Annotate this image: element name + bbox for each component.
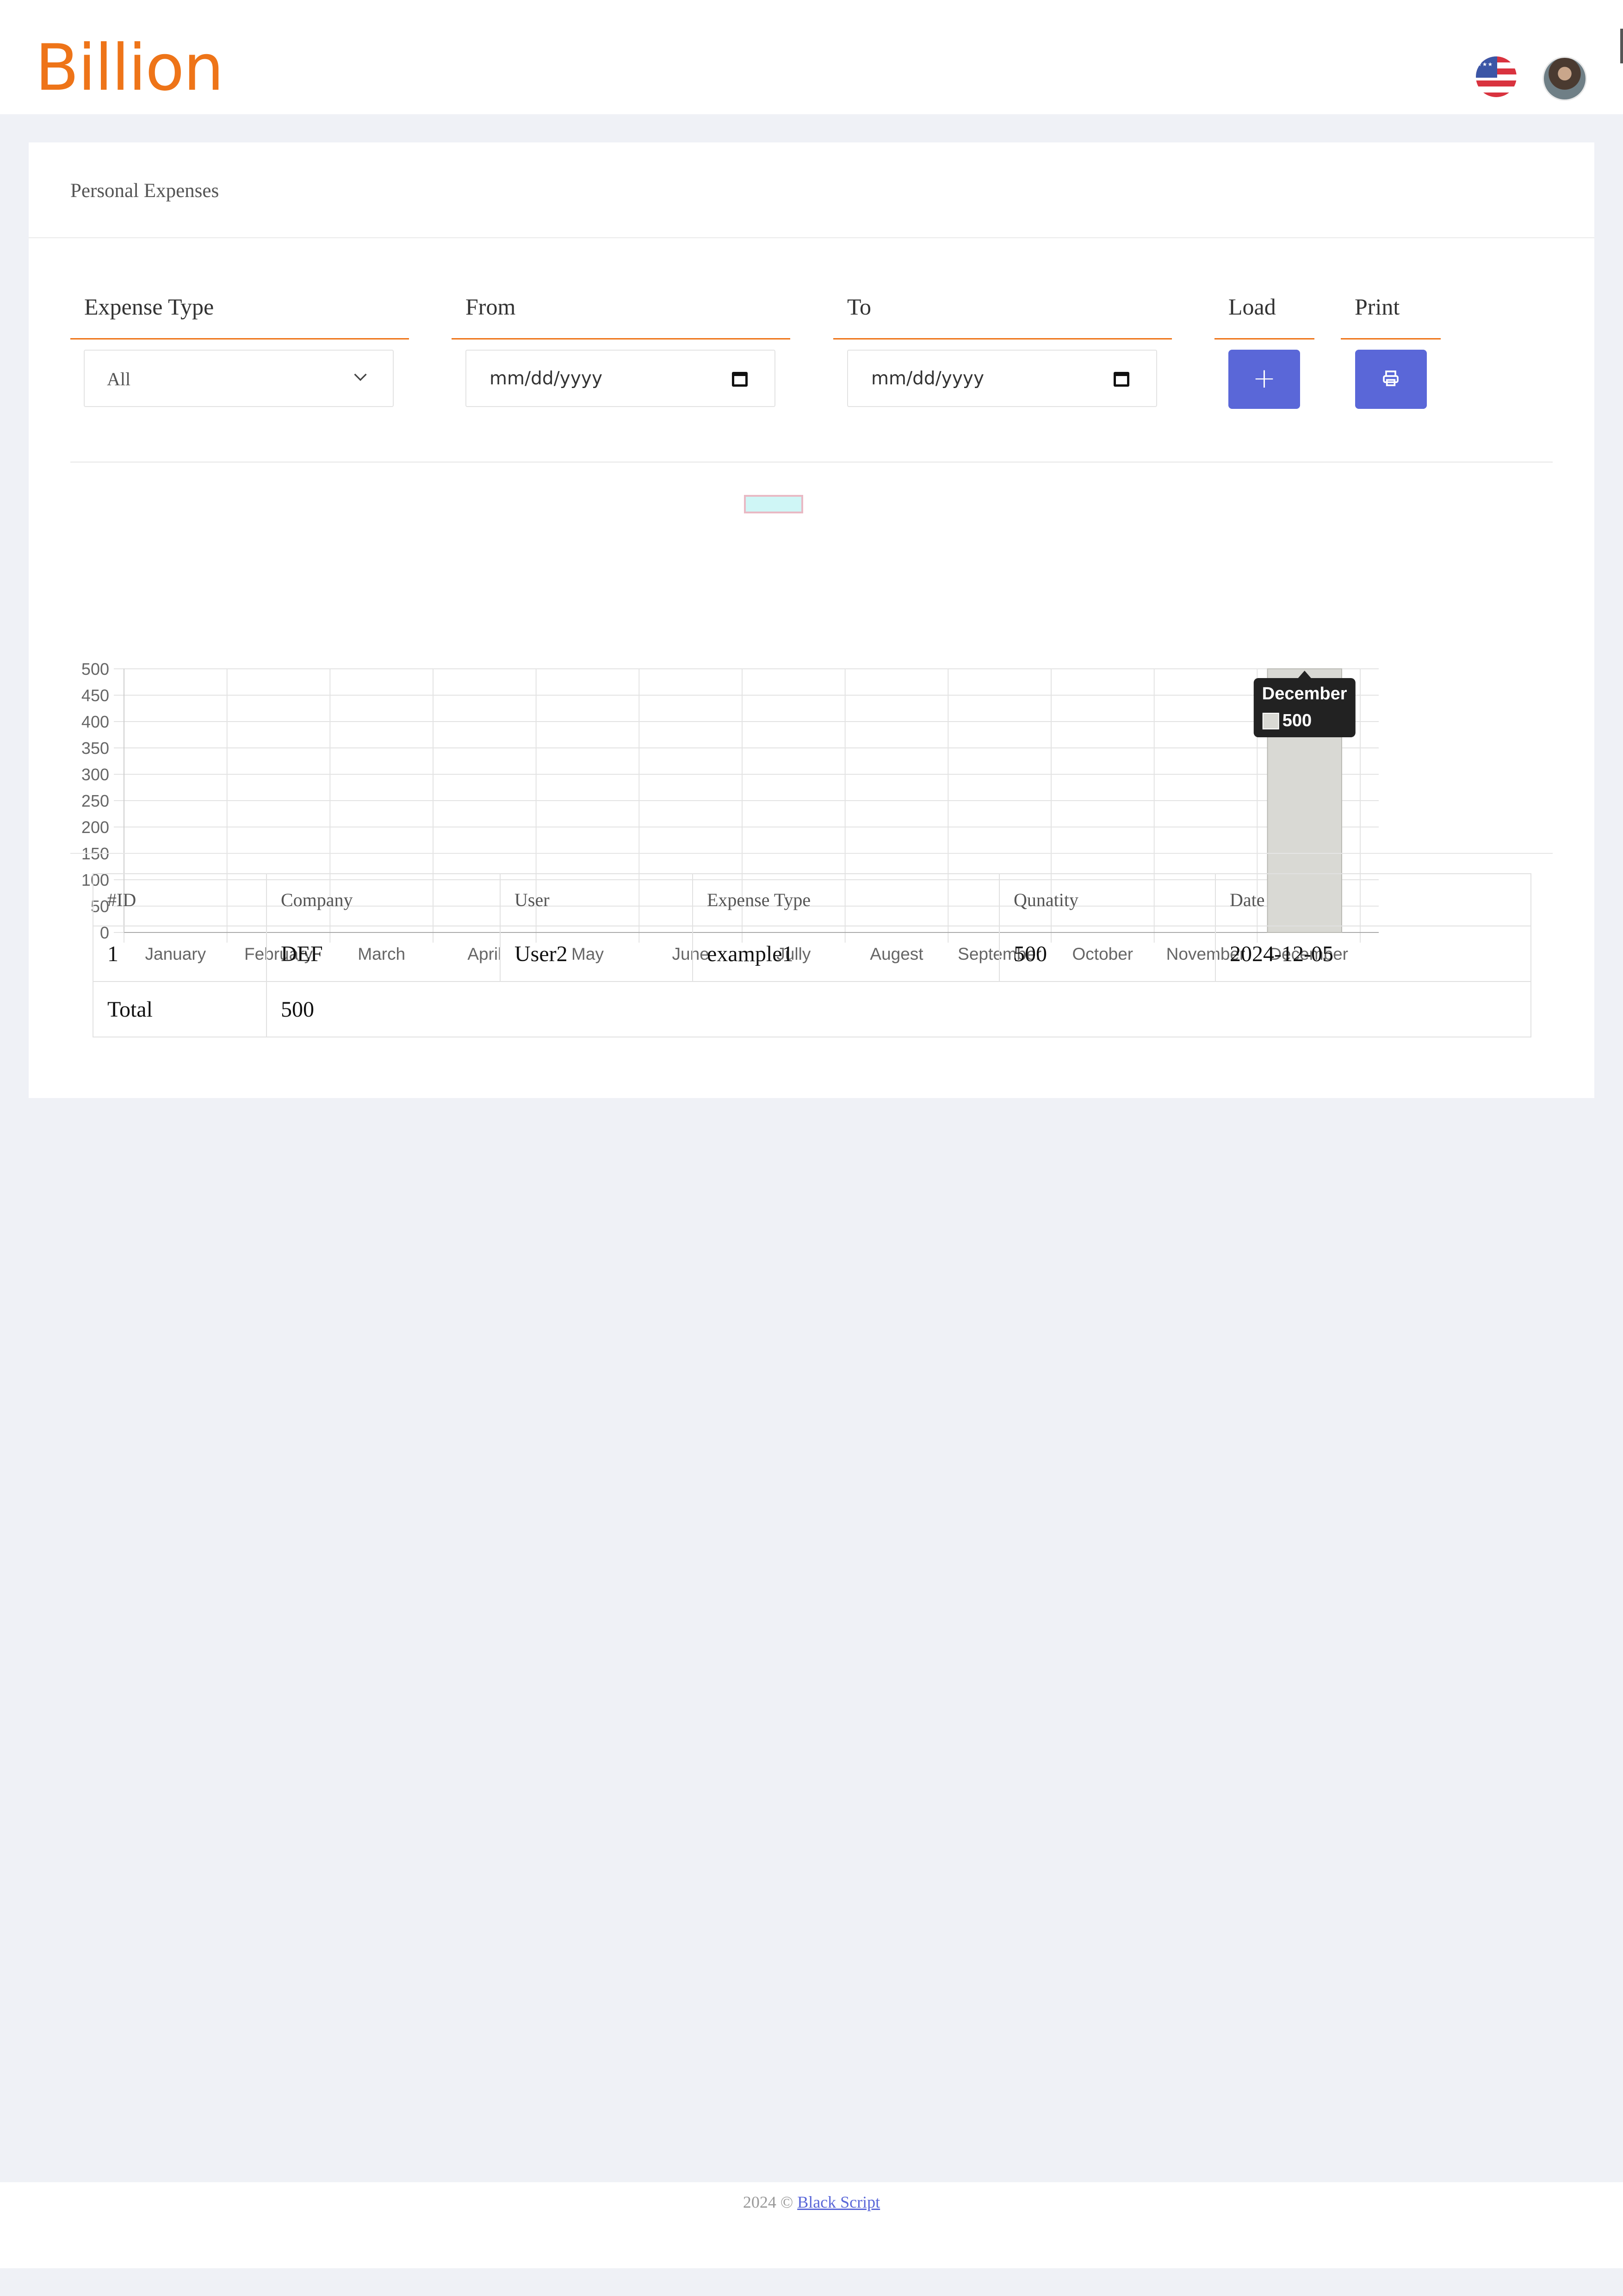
from-date-placeholder: mm/dd/yyyy bbox=[489, 368, 603, 389]
total-row: Total 500 bbox=[93, 981, 1531, 1037]
cell-date: 2024-12-05 bbox=[1215, 926, 1531, 982]
cell-user: User2 bbox=[500, 926, 693, 982]
load-button[interactable]: + bbox=[1228, 350, 1300, 409]
calendar-icon[interactable] bbox=[732, 372, 748, 387]
footer-link[interactable]: Black Script bbox=[797, 2193, 880, 2211]
cell-expense-type: example1 bbox=[692, 926, 1000, 982]
user-avatar[interactable] bbox=[1542, 56, 1587, 101]
cell-company: DEF bbox=[266, 926, 501, 982]
expense-type-select[interactable]: All bbox=[84, 350, 394, 407]
footer: 2024 © Black Script bbox=[0, 2182, 1623, 2268]
to-date-input[interactable]: mm/dd/yyyy bbox=[847, 350, 1157, 407]
expenses-table: #ID Company User Expense Type Qunatity D… bbox=[93, 873, 1531, 1037]
load-label: Load bbox=[1214, 293, 1314, 339]
divider bbox=[70, 853, 1553, 854]
divider bbox=[29, 237, 1594, 238]
cell-id: 1 bbox=[93, 926, 267, 982]
table-row: 1 DEF User2 example1 500 2024-12-05 bbox=[93, 926, 1531, 982]
y-tick-label: 400 bbox=[81, 712, 109, 731]
logo[interactable]: Billion bbox=[35, 36, 224, 100]
chevron-down-icon bbox=[354, 368, 367, 381]
scroll-edge bbox=[1620, 29, 1623, 63]
y-tick-label: 200 bbox=[81, 818, 109, 837]
to-label: To bbox=[833, 293, 1172, 339]
us-flag-icon[interactable] bbox=[1476, 56, 1517, 97]
printer-icon bbox=[1383, 370, 1399, 386]
col-header: Date bbox=[1215, 873, 1531, 926]
col-header: User bbox=[500, 873, 693, 926]
plus-icon: + bbox=[1252, 362, 1276, 395]
expense-type-label: Expense Type bbox=[70, 293, 409, 339]
total-label: Total bbox=[93, 981, 267, 1037]
tooltip-title: December bbox=[1262, 684, 1347, 704]
y-tick-label: 300 bbox=[81, 765, 109, 784]
from-label: From bbox=[452, 293, 790, 339]
print-button[interactable] bbox=[1355, 350, 1427, 409]
y-tick-label: 450 bbox=[81, 686, 109, 705]
table-header-row: #ID Company User Expense Type Qunatity D… bbox=[93, 873, 1531, 926]
top-navbar: Billion bbox=[0, 0, 1623, 114]
calendar-icon[interactable] bbox=[1114, 372, 1129, 387]
divider bbox=[70, 462, 1553, 463]
expense-type-value: All bbox=[107, 369, 131, 389]
y-tick-label: 350 bbox=[81, 739, 109, 758]
tooltip-swatch bbox=[1262, 713, 1279, 729]
total-value: 500 bbox=[266, 981, 1531, 1037]
y-tick-label: 250 bbox=[81, 791, 109, 810]
col-header: Expense Type bbox=[692, 873, 1000, 926]
expenses-card: Personal Expenses Expense Type From To L… bbox=[29, 142, 1594, 1098]
print-label: Print bbox=[1341, 293, 1441, 339]
footer-copyright: 2024 © bbox=[743, 2193, 798, 2211]
to-date-placeholder: mm/dd/yyyy bbox=[871, 368, 985, 389]
cell-quantity: 500 bbox=[999, 926, 1216, 982]
page-title: Personal Expenses bbox=[70, 180, 219, 202]
col-header: Company bbox=[266, 873, 501, 926]
col-header: #ID bbox=[93, 873, 267, 926]
col-header: Qunatity bbox=[999, 873, 1216, 926]
y-tick-label: 500 bbox=[81, 660, 109, 679]
from-date-input[interactable]: mm/dd/yyyy bbox=[465, 350, 775, 407]
tooltip-value: 500 bbox=[1282, 711, 1312, 730]
